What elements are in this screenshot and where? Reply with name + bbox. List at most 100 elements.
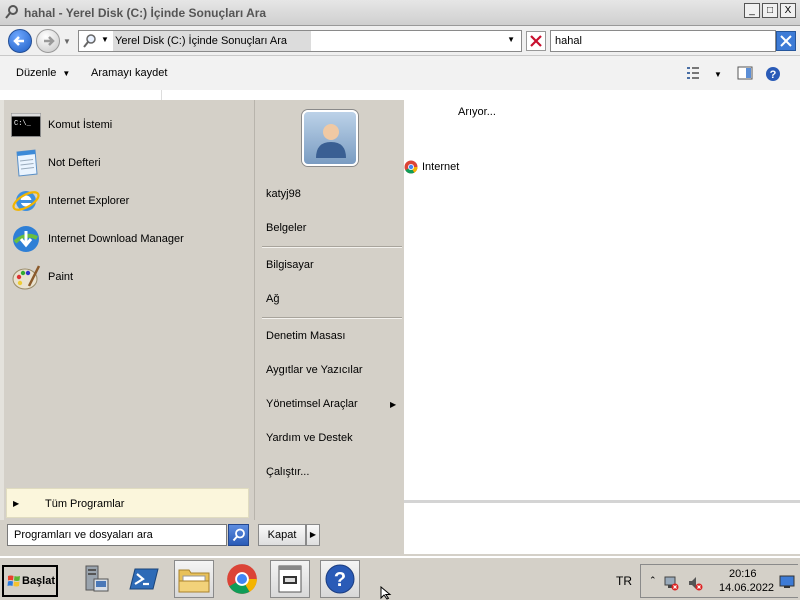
ie-icon: [12, 191, 40, 211]
arrow-right-icon: ▶: [13, 499, 20, 508]
navigation-bar: ▼ ▼ Yerel Disk (C:) İçinde Sonuçları Ara…: [0, 26, 800, 56]
history-dropdown-icon[interactable]: ▼: [63, 37, 71, 46]
place-network[interactable]: Ağ: [266, 293, 279, 305]
forward-arrow-icon: [44, 36, 55, 46]
place-control-panel[interactable]: Denetim Masası: [266, 330, 345, 342]
show-desktop-icon[interactable]: [779, 575, 795, 589]
windows-logo-icon: [7, 575, 20, 587]
clock-date[interactable]: 14.06.2022: [719, 582, 774, 594]
address-field[interactable]: ▼ Yerel Disk (C:) İçinde Sonuçları Ara ▼: [78, 30, 522, 52]
forward-button[interactable]: [36, 29, 60, 53]
place-run[interactable]: Çalıştır...: [266, 466, 309, 478]
taskbar-help[interactable]: ?: [320, 560, 360, 598]
show-hidden-icons-icon[interactable]: ⌃: [649, 575, 657, 586]
start-item-internet-download-manager[interactable]: Internet Download Manager: [10, 223, 184, 255]
user-icon: [316, 124, 346, 158]
taskbar-chrome[interactable]: [222, 560, 262, 598]
close-button[interactable]: X: [780, 3, 796, 18]
start-item-label: Paint: [48, 271, 74, 283]
result-item-internet[interactable]: Internet: [404, 160, 459, 174]
powershell-icon: [129, 568, 159, 590]
shutdown-button[interactable]: Kapat: [258, 524, 306, 546]
explorer-icon: [178, 569, 210, 593]
view-options-icon[interactable]: [686, 66, 700, 80]
place-documents[interactable]: Belgeler: [266, 222, 306, 234]
search-input[interactable]: hahal: [550, 30, 776, 52]
mouse-cursor-icon: [380, 586, 392, 600]
start-item-label: Internet Download Manager: [48, 233, 184, 245]
volume-icon[interactable]: [687, 575, 703, 591]
window-title: hahal - Yerel Disk (C:) İçinde Sonuçları…: [24, 6, 267, 20]
shutdown-options-button[interactable]: ▶: [306, 524, 320, 546]
notepad-icon: [16, 149, 38, 177]
start-item-label: Komut İstemi: [48, 119, 113, 131]
all-programs-label: Tüm Programlar: [45, 498, 125, 510]
chrome-icon: [404, 160, 418, 174]
clock-time[interactable]: 20:16: [729, 568, 757, 580]
save-search-button[interactable]: Aramayı kaydet: [91, 67, 167, 79]
breadcrumb-arrow-icon[interactable]: ▼: [101, 35, 109, 44]
maximize-button[interactable]: □: [762, 3, 778, 18]
taskbar-server-manager[interactable]: [74, 560, 114, 598]
start-item-internet-explorer[interactable]: Internet Explorer: [10, 185, 129, 217]
minimize-button[interactable]: _: [744, 3, 760, 18]
view-dropdown-icon[interactable]: ▼: [714, 70, 722, 79]
paint-icon: [12, 265, 41, 290]
stop-icon: [530, 35, 542, 47]
search-status: Arıyor...: [458, 106, 496, 118]
start-item-command-prompt[interactable]: C:\_ Komut İstemi: [10, 109, 112, 141]
taskbar-powershell[interactable]: [124, 560, 164, 598]
details-pane: [404, 500, 800, 554]
start-menu-footer: Programları ve dosyaları ara Kapat ▶: [0, 520, 404, 554]
address-path: Yerel Disk (C:) İçinde Sonuçları Ara: [113, 31, 311, 51]
clear-search-button[interactable]: [776, 31, 796, 51]
start-item-label: Internet Explorer: [48, 195, 130, 207]
search-folder-icon: [5, 5, 18, 19]
start-item-notepad[interactable]: Not Defteri: [10, 147, 101, 179]
place-computer[interactable]: Bilgisayar: [266, 259, 314, 271]
all-programs-button[interactable]: ▶ Tüm Programlar: [6, 488, 249, 518]
svg-text:C:\_: C:\_: [14, 120, 32, 128]
command-bar: Düzenle ▼ Aramayı kaydet ▼ ?: [0, 56, 800, 90]
idm-icon: [13, 226, 39, 252]
close-icon: [780, 35, 792, 47]
place-devices-printers[interactable]: Aygıtlar ve Yazıcılar: [266, 364, 363, 376]
address-dropdown-icon[interactable]: ▼: [507, 35, 515, 44]
svg-text:?: ?: [334, 569, 346, 591]
submenu-arrow-icon: ▶: [390, 400, 397, 409]
organize-menu[interactable]: Düzenle ▼: [16, 67, 70, 79]
stop-search-button[interactable]: [526, 31, 546, 51]
start-button[interactable]: Başlat: [2, 565, 58, 597]
taskbar-explorer[interactable]: [174, 560, 214, 598]
result-label: Internet: [422, 161, 460, 173]
svg-text:?: ?: [770, 69, 777, 81]
start-search-input[interactable]: Programları ve dosyaları ara: [7, 524, 227, 546]
start-item-paint[interactable]: Paint: [10, 261, 73, 293]
user-avatar[interactable]: [302, 110, 358, 166]
preview-pane-icon[interactable]: [737, 66, 753, 80]
separator: [262, 246, 402, 248]
results-pane[interactable]: [404, 100, 800, 500]
back-arrow-icon: [13, 36, 24, 46]
help-icon[interactable]: ?: [765, 66, 781, 82]
taskbar-notepad[interactable]: [270, 560, 310, 598]
place-user[interactable]: katyj98: [266, 188, 301, 200]
place-help-support[interactable]: Yardım ve Destek: [266, 432, 353, 444]
search-icon: [83, 34, 96, 48]
separator: [262, 317, 402, 319]
help-icon: ?: [325, 564, 355, 594]
window-titlebar[interactable]: hahal - Yerel Disk (C:) İçinde Sonuçları…: [0, 0, 800, 26]
start-search-button[interactable]: [228, 524, 249, 546]
start-item-label: Not Defteri: [48, 157, 101, 169]
back-button[interactable]: [8, 29, 32, 53]
search-icon: [232, 528, 245, 542]
network-icon[interactable]: [663, 575, 679, 591]
start-label: Başlat: [22, 575, 56, 587]
cmd-icon: C:\_: [11, 113, 41, 137]
chrome-icon: [227, 564, 257, 594]
language-indicator[interactable]: TR: [616, 574, 632, 588]
taskbar: Başlat ? TR ⌃ 20:16 14.06.2022: [0, 556, 800, 600]
place-admin-tools[interactable]: Yönetimsel Araçlar: [266, 398, 358, 410]
notification-area: ⌃ 20:16 14.06.2022: [640, 564, 798, 598]
notepad-icon: [278, 565, 302, 593]
